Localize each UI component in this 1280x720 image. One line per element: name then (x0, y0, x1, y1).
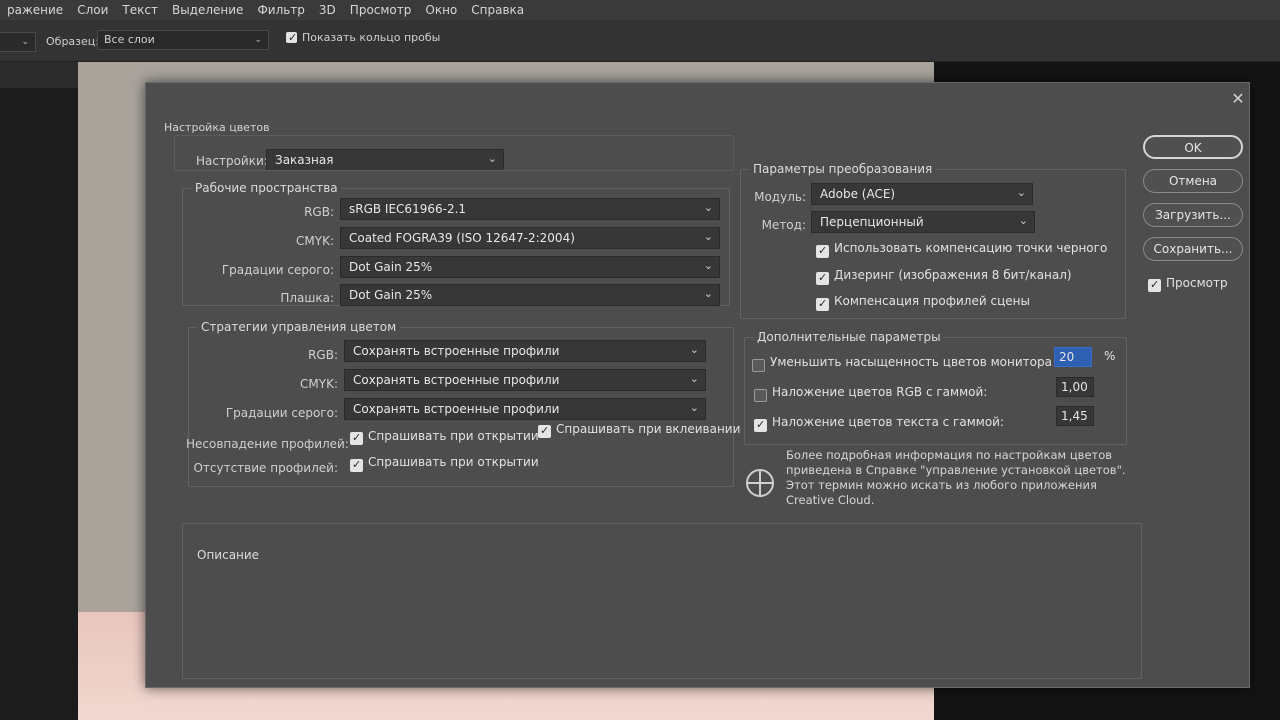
show-ring-checkbox[interactable] (286, 31, 297, 44)
ws-rgb-label: RGB: (304, 205, 334, 219)
ws-spot-dropdown[interactable]: Dot Gain 25% ⌄ (340, 284, 720, 306)
chevron-down-icon: ⌄ (703, 230, 713, 243)
intent-label: Метод: (761, 218, 806, 232)
chevron-down-icon: ⌄ (689, 372, 699, 385)
working-spaces-title: Рабочие пространства (191, 181, 342, 195)
sample-dropdown[interactable]: Все слои ⌄ (97, 30, 269, 50)
description-group: Описание (182, 523, 1142, 679)
load-button[interactable]: Загрузить... (1143, 203, 1243, 227)
ws-rgb-value: sRGB IEC61966-2.1 (349, 202, 467, 216)
pol-rgb-label: RGB: (308, 348, 338, 362)
close-icon[interactable]: ✕ (1228, 89, 1248, 108)
intent-dropdown[interactable]: Перцепционный ⌄ (811, 211, 1035, 233)
ws-rgb-dropdown[interactable]: sRGB IEC61966-2.1 ⌄ (340, 198, 720, 220)
chevron-down-icon: ⌄ (1016, 186, 1026, 199)
ws-spot-value: Dot Gain 25% (349, 288, 433, 302)
show-ring-label: Показать кольцо пробы (302, 31, 441, 44)
missing-label: Отсутствие профилей: (193, 461, 338, 475)
engine-dropdown[interactable]: Adobe (ACE) ⌄ (811, 183, 1033, 205)
desaturate-unit: % (1104, 349, 1116, 363)
desaturate-checkbox[interactable] (752, 359, 765, 372)
chevron-down-icon: ⌄ (703, 259, 713, 272)
chevron-down-icon: ⌄ (254, 35, 262, 45)
blend-rgb-label: Наложение цветов RGB с гаммой: (772, 385, 988, 399)
menu-window[interactable]: Окно (418, 3, 464, 17)
pol-gray-value: Сохранять встроенные профили (353, 402, 560, 416)
ws-gray-label: Градации серого: (221, 263, 334, 277)
dialog-title: Настройка цветов (164, 121, 270, 134)
cancel-button[interactable]: Отмена (1143, 169, 1243, 193)
description-title: Описание (193, 548, 264, 562)
chevron-down-icon: ⌄ (1018, 214, 1028, 227)
blend-text-label: Наложение цветов текста с гаммой: (772, 415, 1005, 429)
preview-checkbox[interactable] (1148, 278, 1161, 292)
chevron-down-icon: ⌄ (21, 37, 29, 47)
pol-cmyk-value: Сохранять встроенные профили (353, 373, 560, 387)
globe-icon (746, 469, 774, 497)
chevron-down-icon: ⌄ (703, 287, 713, 300)
chevron-down-icon: ⌄ (703, 201, 713, 214)
menu-filter[interactable]: Фильтр (250, 3, 311, 17)
dither-label: Дизеринг (изображения 8 бит/канал) (834, 268, 1072, 282)
preview-label: Просмотр (1166, 276, 1228, 290)
advanced-title: Дополнительные параметры (753, 330, 945, 344)
options-bar: ⌄ Образец: Все слои ⌄ Показать кольцо пр… (0, 20, 1280, 62)
blend-text-checkbox[interactable] (754, 418, 767, 432)
blend-rgb-input[interactable]: 1,00 (1056, 377, 1094, 397)
chevron-down-icon: ⌄ (689, 343, 699, 356)
intent-value: Перцепционный (820, 215, 924, 229)
mismatch-paste-label: Спрашивать при вклеивании (556, 422, 741, 436)
chevron-down-icon: ⌄ (689, 401, 699, 414)
menu-layers[interactable]: Слои (70, 3, 115, 17)
desaturate-input[interactable]: 20 (1054, 347, 1092, 367)
policies-title: Стратегии управления цветом (197, 320, 401, 334)
ok-button[interactable]: OK (1143, 135, 1243, 159)
black-point-checkbox[interactable] (816, 244, 829, 258)
engine-value: Adobe (ACE) (820, 187, 896, 201)
pol-rgb-dropdown[interactable]: Сохранять встроенные профили ⌄ (344, 340, 706, 362)
conversion-title: Параметры преобразования (749, 162, 937, 176)
ws-gray-value: Dot Gain 25% (349, 260, 433, 274)
settings-group (174, 135, 734, 171)
scene-profile-label: Компенсация профилей сцены (834, 294, 1030, 308)
menu-type[interactable]: Текст (115, 3, 165, 17)
scene-profile-checkbox[interactable] (816, 297, 829, 311)
ws-spot-label: Плашка: (280, 291, 334, 305)
menu-select[interactable]: Выделение (165, 3, 250, 17)
engine-label: Модуль: (754, 190, 806, 204)
pol-rgb-value: Сохранять встроенные профили (353, 344, 560, 358)
pol-cmyk-dropdown[interactable]: Сохранять встроенные профили ⌄ (344, 369, 706, 391)
mismatch-open-checkbox[interactable] (350, 431, 363, 445)
pol-gray-dropdown[interactable]: Сохранять встроенные профили ⌄ (344, 398, 706, 420)
mismatch-label: Несовпадение профилей: (186, 437, 349, 451)
ws-cmyk-value: Coated FOGRA39 (ISO 12647-2:2004) (349, 231, 575, 245)
sample-label: Образец: (46, 35, 99, 48)
tool-size-dropdown[interactable]: ⌄ (0, 32, 36, 52)
menu-3d[interactable]: 3D (312, 3, 343, 17)
menu-view[interactable]: Просмотр (343, 3, 419, 17)
mismatch-open-label: Спрашивать при открытии (368, 429, 539, 443)
desaturate-label: Уменьшить насыщенность цветов монитора н… (770, 355, 1076, 369)
color-settings-dialog: Настройка цветов ✕ Настройки: Заказная ⌄… (145, 82, 1250, 688)
dither-checkbox[interactable] (816, 271, 829, 285)
blend-rgb-checkbox[interactable] (754, 389, 767, 402)
info-text: Более подробная информация по настройкам… (786, 448, 1126, 507)
ws-gray-dropdown[interactable]: Dot Gain 25% ⌄ (340, 256, 720, 278)
blend-text-input[interactable]: 1,45 (1056, 406, 1094, 426)
menu-bar: ражение Слои Текст Выделение Фильтр 3D П… (0, 0, 1280, 20)
pol-gray-label: Градации серого: (225, 406, 338, 420)
sample-value: Все слои (104, 33, 155, 46)
ws-cmyk-dropdown[interactable]: Coated FOGRA39 (ISO 12647-2:2004) ⌄ (340, 227, 720, 249)
ws-cmyk-label: CMYK: (296, 234, 334, 248)
missing-open-checkbox[interactable] (350, 458, 363, 472)
black-point-label: Использовать компенсацию точки черного (834, 241, 1108, 255)
menu-help[interactable]: Справка (464, 3, 531, 17)
save-button[interactable]: Сохранить... (1143, 237, 1243, 261)
pol-cmyk-label: CMYK: (300, 377, 338, 391)
missing-open-label: Спрашивать при открытии (368, 455, 539, 469)
mismatch-paste-checkbox[interactable] (538, 424, 551, 438)
menu-image[interactable]: ражение (0, 3, 70, 17)
